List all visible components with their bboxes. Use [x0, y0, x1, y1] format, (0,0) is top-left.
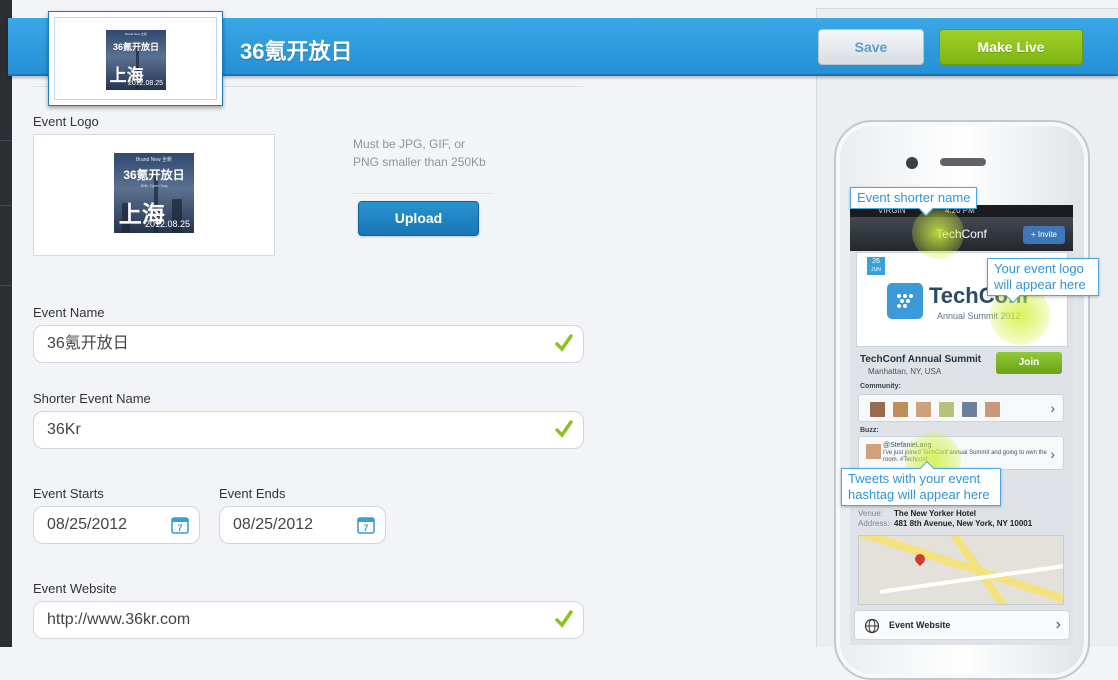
preview-event-title: TechConf Annual Summit — [860, 354, 982, 365]
short-name-label: Shorter Event Name — [33, 391, 151, 406]
speaker-grille — [940, 158, 986, 166]
event-ends-label: Event Ends — [219, 486, 286, 501]
avatar — [892, 401, 909, 418]
event-website-field[interactable]: http://www.36kr.com — [33, 601, 584, 639]
checkmark-icon — [555, 420, 573, 438]
short-name-value: 36Kr — [47, 421, 81, 438]
calendar-icon[interactable]: 7 — [357, 516, 375, 534]
camera-icon — [906, 157, 918, 169]
short-name-field[interactable]: 36Kr — [33, 411, 584, 449]
event-poster: Brand New 全新 36氪开放日 36Kr Open Day 上海 201… — [114, 153, 194, 233]
chevron-right-icon: › — [1050, 400, 1055, 416]
invite-button[interactable]: + Invite — [1023, 226, 1065, 244]
avatar — [869, 401, 886, 418]
event-start-date-field[interactable]: 08/25/2012 7 — [33, 506, 200, 544]
svg-text:7: 7 — [177, 523, 182, 533]
buzz-label: Buzz: — [860, 427, 879, 434]
save-button[interactable]: Save — [818, 29, 924, 65]
calendar-icon[interactable]: 7 — [171, 516, 189, 534]
end-date-value: 08/25/2012 — [233, 516, 314, 533]
event-poster-thumb: Brand New 全新 36氪开放日 上海 2012.08.25 — [106, 30, 166, 90]
preview-event-location: Manhattan, NY, USA — [868, 367, 942, 376]
chevron-right-icon: › — [1055, 616, 1061, 633]
callout-logo: Your event logo will appear here — [987, 258, 1099, 304]
event-thumbnail: Brand New 全新 36氪开放日 上海 2012.08.25 — [48, 11, 223, 106]
event-name-value: 36氪开放日 — [47, 335, 129, 352]
address-line: Address: 481 8th Avenue, New York, NY 10… — [858, 519, 1033, 528]
upload-button[interactable]: Upload — [358, 201, 479, 236]
venue-map[interactable] — [858, 535, 1064, 605]
make-live-button[interactable]: Make Live — [939, 29, 1083, 65]
callout-tweets: Tweets with your event hashtag will appe… — [841, 460, 1001, 506]
page-title: 36氪开放日 — [240, 39, 353, 64]
start-date-value: 08/25/2012 — [47, 516, 128, 533]
event-website-label: Event Website — [33, 581, 117, 596]
left-sidebar-edge — [0, 0, 12, 647]
avatar — [915, 401, 932, 418]
date-badge: 26 JUN — [867, 257, 885, 275]
join-button[interactable]: Join — [996, 352, 1062, 374]
event-website-row-label: Event Website — [889, 620, 951, 630]
event-name-field[interactable]: 36氪开放日 — [33, 325, 584, 363]
event-end-date-field[interactable]: 08/25/2012 7 — [219, 506, 386, 544]
svg-text:7: 7 — [363, 523, 368, 533]
callout-short-name: Event shorter name — [850, 187, 978, 217]
techconf-logo-icon — [887, 283, 923, 319]
buzz-row[interactable]: @StefanieLang I've just joined TechConf … — [858, 436, 1064, 470]
checkmark-icon — [555, 334, 573, 352]
venue-line: Venue: The New Yorker Hotel — [858, 509, 976, 518]
community-label: Community: — [860, 383, 901, 390]
avatar — [938, 401, 955, 418]
divider — [353, 193, 493, 194]
logo-preview-box[interactable]: Brand New 全新 36氪开放日 36Kr Open Day 上海 201… — [33, 134, 275, 256]
checkmark-icon — [555, 610, 573, 628]
website-value: http://www.36kr.com — [47, 611, 191, 628]
avatar — [961, 401, 978, 418]
logo-help-text: Must be JPG, GIF, or PNG smaller than 25… — [353, 137, 486, 169]
community-row[interactable]: › — [858, 394, 1064, 422]
avatar — [984, 401, 1001, 418]
globe-icon — [864, 618, 880, 634]
avatar — [865, 443, 882, 460]
chevron-right-icon: › — [1050, 446, 1055, 462]
event-name-label: Event Name — [33, 305, 105, 320]
event-logo-label: Event Logo — [33, 114, 99, 129]
highlight-glow — [912, 207, 964, 259]
event-website-row[interactable]: Event Website › — [854, 610, 1070, 640]
event-starts-label: Event Starts — [33, 486, 104, 501]
